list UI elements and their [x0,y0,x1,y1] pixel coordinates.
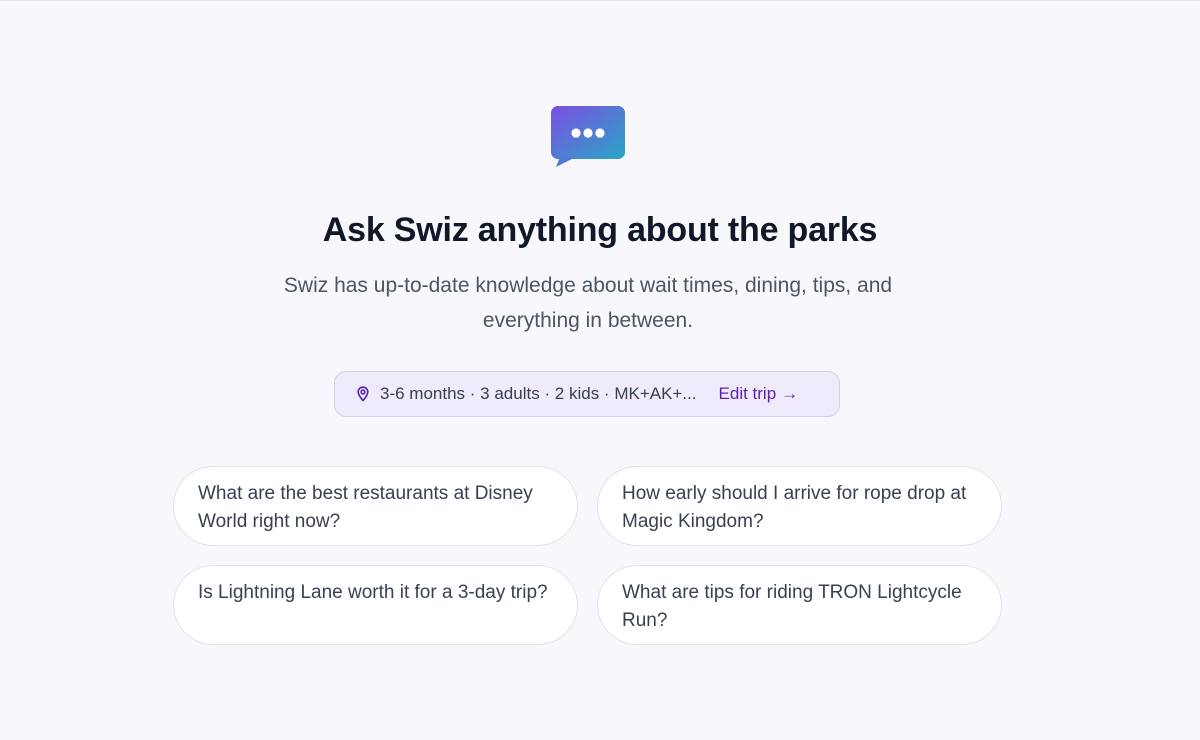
chat-bubble-icon [551,106,625,167]
arrow-right-icon: → [781,384,799,403]
map-pin-icon [357,386,369,402]
suggestion-card[interactable]: Is Lightning Lane worth it for a 3-day t… [173,565,578,645]
page-subtitle: Swiz has up-to-date knowledge about wait… [283,274,893,332]
suggestion-card[interactable]: What are the best restaurants at Disney … [173,466,578,546]
page-title: Ask Swiz anything about the parks [322,211,878,249]
edit-trip-label: Edit trip [718,384,777,403]
top-divider [0,0,1200,1]
suggestion-card[interactable]: How early should I arrive for rope drop … [597,466,1002,546]
trip-summary-text: 3-6 months · 3 adults · 2 kids · MK+AK+.… [380,384,697,403]
suggestion-card[interactable]: What are tips for riding TRON Lightcycle… [597,565,1002,645]
edit-trip-link[interactable]: Edit trip → [719,384,799,404]
trip-summary-bar: 3-6 months · 3 adults · 2 kids · MK+AK+.… [334,371,840,417]
